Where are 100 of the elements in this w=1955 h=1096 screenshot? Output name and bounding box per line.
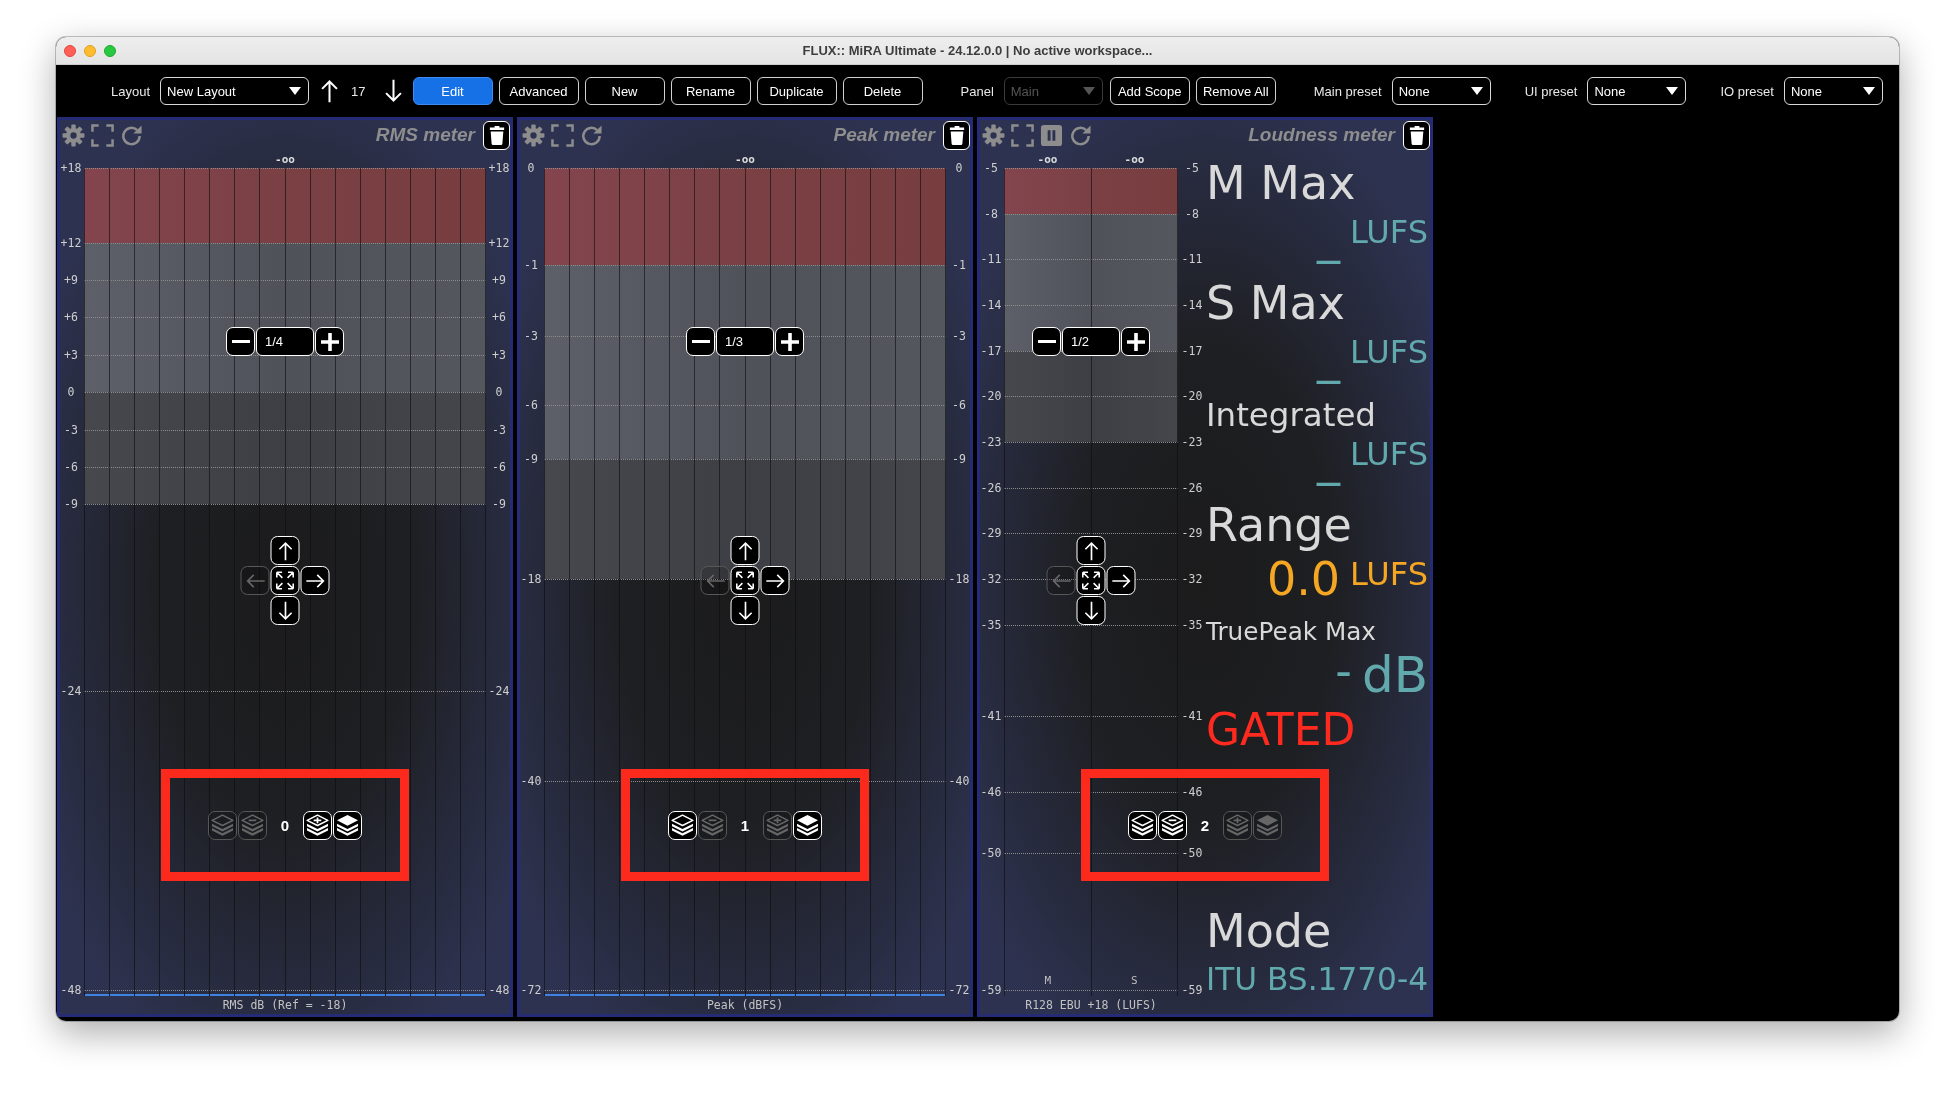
scale-label: -72: [520, 983, 542, 997]
scale-label: -35: [1181, 618, 1203, 632]
move-up-button[interactable]: [1076, 536, 1106, 565]
scale-label: -41: [1181, 709, 1203, 723]
close-button[interactable]: [64, 44, 76, 57]
scale-label: -14: [980, 298, 1002, 312]
toolbar-button[interactable]: Duplicate: [756, 77, 837, 105]
toolbar-button[interactable]: Remove All: [1195, 77, 1276, 105]
move-up-button[interactable]: [730, 536, 760, 565]
settings-icon[interactable]: [62, 123, 85, 147]
refresh-icon[interactable]: [1069, 123, 1092, 147]
toolbar-button[interactable]: Advanced: [498, 77, 579, 105]
delete-button[interactable]: [483, 120, 510, 150]
expand-button[interactable]: [270, 566, 300, 595]
fullscreen-icon[interactable]: [1011, 123, 1034, 147]
delete-button[interactable]: [943, 120, 970, 150]
scale-label: +12: [488, 236, 510, 250]
measure-unit: LUFS: [1350, 213, 1428, 248]
measure-unit: LUFS: [1350, 333, 1428, 368]
scale-label: -32: [980, 572, 1002, 586]
measure-unit: dB: [1361, 647, 1428, 700]
arrow-down-icon[interactable]: [384, 79, 402, 103]
scale-label: 0: [955, 161, 963, 175]
scale-label: -26: [980, 481, 1002, 495]
zoom-in-button[interactable]: [775, 327, 804, 356]
toolbar-button[interactable]: Add Scope: [1109, 77, 1190, 105]
layers-stack-icon: [1130, 813, 1154, 837]
scale-label: -17: [1181, 344, 1203, 358]
dropdown[interactable]: None: [1391, 77, 1491, 105]
scale-label: -20: [980, 389, 1002, 403]
delete-button[interactable]: [1403, 120, 1430, 150]
gate-indicator: GATED: [1206, 707, 1356, 752]
level-readout: -oo: [735, 152, 755, 166]
move-down-button[interactable]: [1076, 596, 1106, 625]
fullscreen-icon[interactable]: [91, 123, 114, 147]
zoom-field[interactable]: 1/4: [256, 327, 314, 356]
scale-label: +18: [488, 161, 510, 175]
scale-label: -6: [952, 398, 966, 412]
zoom-out-button[interactable]: [686, 327, 715, 356]
scale-label: -48: [60, 983, 82, 997]
caret-icon: [289, 87, 302, 95]
arrow-down-icon: [1084, 600, 1098, 621]
dropdown-label: IO preset: [1720, 83, 1774, 99]
layers-minus-icon: [1160, 813, 1184, 837]
refresh-icon[interactable]: [580, 123, 603, 147]
move-up-button[interactable]: [270, 536, 300, 565]
toolbar-button[interactable]: Delete: [842, 77, 923, 105]
move-down-button[interactable]: [270, 596, 300, 625]
refresh-icon[interactable]: [120, 123, 143, 147]
level-readout: -oo: [275, 152, 295, 166]
scale-label: -40: [948, 774, 970, 788]
toolbar-button[interactable]: Edit: [412, 77, 493, 105]
scale-label: -11: [1181, 252, 1203, 266]
panel-title: Peak meter: [833, 124, 935, 146]
layer-index: 2: [1200, 816, 1210, 834]
scale-label: -9: [524, 452, 538, 466]
fullscreen-icon[interactable]: [551, 123, 574, 147]
expand-icon: [735, 571, 755, 590]
scale-caption: Peak (dBFS): [706, 998, 784, 1012]
move-right-button[interactable]: [1106, 566, 1136, 595]
scale-label: 0: [495, 385, 503, 399]
zoom-in-button[interactable]: [1121, 327, 1150, 356]
expand-button[interactable]: [1076, 566, 1106, 595]
zoom-out-button[interactable]: [1032, 327, 1061, 356]
move-right-button[interactable]: [760, 566, 790, 595]
zoom-field[interactable]: 1/3: [716, 327, 774, 356]
settings-icon[interactable]: [982, 123, 1005, 147]
zoom-out-button[interactable]: [226, 327, 255, 356]
scale-label: -20: [1181, 389, 1203, 403]
pause-icon[interactable]: [1040, 123, 1063, 147]
minus-icon: [1037, 339, 1056, 344]
minus-icon: [691, 339, 710, 344]
expand-button[interactable]: [730, 566, 760, 595]
dropdown[interactable]: None: [1783, 77, 1883, 105]
layers-plus-icon: [766, 813, 790, 837]
scale-label: -23: [1181, 435, 1203, 449]
caret-icon: [1862, 87, 1875, 95]
channel-label: M: [1044, 974, 1052, 987]
window-title: FLUX:: MiRA Ultimate - 24.12.0.0 | No active workspace...: [802, 43, 1153, 58]
trash-icon: [1408, 125, 1425, 145]
scale-label: -3: [952, 329, 966, 343]
dropdown[interactable]: New Layout: [160, 77, 310, 105]
scale-label: -1: [952, 258, 966, 272]
layers-icon: [1256, 813, 1280, 837]
move-right-button[interactable]: [300, 566, 330, 595]
zoom-field[interactable]: 1/2: [1062, 327, 1120, 356]
scale-label: -14: [1181, 298, 1203, 312]
level-readout: -oo: [1037, 152, 1058, 166]
scale-label: -18: [520, 572, 542, 586]
arrow-up-icon[interactable]: [321, 79, 339, 103]
toolbar-button[interactable]: Rename: [670, 77, 751, 105]
measure-value: -: [1335, 647, 1352, 694]
layers-icon: [796, 813, 820, 837]
settings-icon[interactable]: [522, 123, 545, 147]
move-down-button[interactable]: [730, 596, 760, 625]
scale-label: -46: [980, 785, 1002, 799]
toolbar-button[interactable]: New: [584, 77, 665, 105]
dropdown[interactable]: None: [1587, 77, 1687, 105]
zoom-in-button[interactable]: [315, 327, 344, 356]
scale-label: -5: [1185, 161, 1199, 175]
